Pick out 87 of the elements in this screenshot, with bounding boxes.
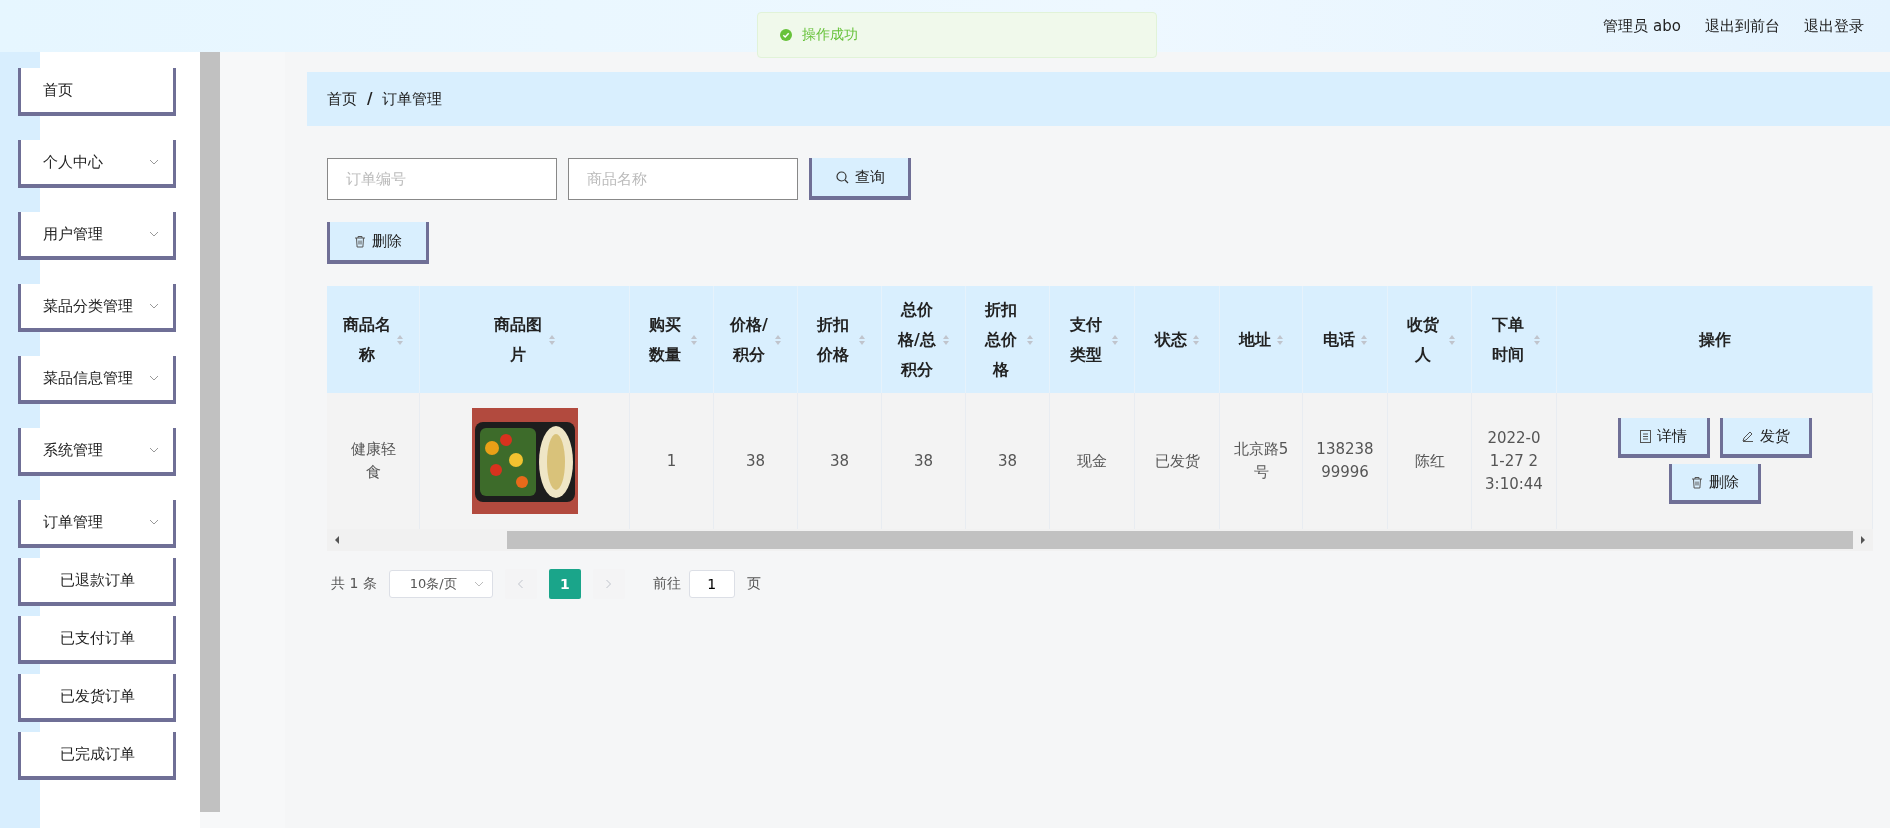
document-icon bbox=[1640, 429, 1651, 443]
chevron-down-icon bbox=[473, 581, 484, 587]
sidebar-item[interactable]: 订单管理 bbox=[18, 500, 176, 548]
chevron-down-icon bbox=[149, 519, 159, 525]
chevron-right-icon bbox=[605, 579, 613, 589]
table-cell-text: 38 bbox=[997, 450, 1018, 472]
sort-icon[interactable] bbox=[1111, 333, 1119, 346]
table-cell-text: 已发货 bbox=[1154, 450, 1200, 472]
search-button[interactable]: 查询 bbox=[809, 158, 911, 200]
column-header: 折扣总价格 bbox=[983, 298, 1018, 381]
sort-icon[interactable] bbox=[942, 333, 950, 346]
chevron-down-icon bbox=[149, 159, 159, 165]
search-field[interactable]: 商品名称 bbox=[568, 158, 798, 200]
table-cell-text: 1 bbox=[666, 450, 677, 472]
breadcrumb-item[interactable]: 订单管理 bbox=[382, 89, 443, 109]
row-action-button[interactable]: 删除 bbox=[1668, 464, 1761, 504]
row-action-button[interactable]: 发货 bbox=[1719, 418, 1812, 458]
sidebar-item[interactable]: 首页 bbox=[18, 68, 176, 116]
table-cell-text: 38 bbox=[829, 450, 850, 472]
vertical-scrollbar[interactable] bbox=[200, 52, 220, 812]
chevron-down-icon bbox=[149, 231, 159, 237]
sidebar-subitem[interactable]: 已退款订单 bbox=[18, 558, 176, 606]
sidebar-item[interactable]: 菜品分类管理 bbox=[18, 284, 176, 332]
sort-icon[interactable] bbox=[1275, 333, 1284, 346]
table-cell-text: 健康轻食 bbox=[349, 439, 397, 483]
table-cell-text: 陈红 bbox=[1414, 450, 1445, 472]
sidebar-item[interactable]: 菜品信息管理 bbox=[18, 356, 176, 404]
page-suffix: 页 bbox=[746, 575, 761, 593]
table-cell-text: 38 bbox=[745, 450, 766, 472]
column-header: 价格/积分 bbox=[729, 313, 769, 366]
user-label: 管理员 abo bbox=[1603, 16, 1681, 36]
trash-icon bbox=[354, 234, 366, 248]
breadcrumb-separator: / bbox=[367, 90, 373, 108]
table-cell-text: 现金 bbox=[1077, 450, 1107, 472]
column-header: 商品名称 bbox=[342, 313, 391, 366]
sort-icon[interactable] bbox=[774, 333, 782, 346]
column-header: 下单时间 bbox=[1490, 313, 1525, 366]
sidebar-subitem[interactable]: 已发货订单 bbox=[18, 674, 176, 722]
column-header: 状态 bbox=[1154, 328, 1187, 351]
table-cell-text: 38 bbox=[913, 450, 934, 472]
page-size-select[interactable]: 10条/页 bbox=[388, 570, 493, 598]
column-header: 电话 bbox=[1322, 328, 1355, 351]
sort-icon[interactable] bbox=[396, 333, 404, 346]
search-icon bbox=[835, 170, 849, 184]
sort-icon[interactable] bbox=[1026, 333, 1034, 346]
sort-icon[interactable] bbox=[1533, 333, 1541, 346]
scroll-right-icon[interactable] bbox=[1859, 535, 1867, 545]
row-action-button[interactable]: 详情 bbox=[1617, 418, 1710, 458]
toast-message: 操作成功 bbox=[802, 26, 858, 44]
sort-icon[interactable] bbox=[690, 333, 698, 346]
header-link[interactable]: 退出登录 bbox=[1804, 16, 1864, 36]
search-field[interactable]: 订单编号 bbox=[327, 158, 557, 200]
breadcrumb-item[interactable]: 首页 bbox=[327, 89, 357, 109]
header-link[interactable]: 退出到前台 bbox=[1705, 16, 1780, 36]
chevron-down-icon bbox=[149, 303, 159, 309]
table-cell-text: 13823899996 bbox=[1316, 439, 1374, 483]
column-header: 操作 bbox=[1698, 328, 1731, 351]
chevron-down-icon bbox=[149, 375, 159, 381]
trash-icon bbox=[1690, 475, 1703, 489]
table-cell-text: 北京路5号 bbox=[1232, 439, 1290, 483]
chevron-left-icon bbox=[517, 579, 525, 589]
table-cell-text: 2022-01-27 23:10:44 bbox=[1485, 427, 1543, 495]
sort-icon[interactable] bbox=[1191, 333, 1200, 346]
page-number-field[interactable]: 1 bbox=[688, 570, 735, 598]
column-header: 购买数量 bbox=[648, 313, 682, 366]
sidebar-subitem[interactable]: 已完成订单 bbox=[18, 732, 176, 780]
pencil-icon bbox=[1741, 430, 1754, 442]
sidebar-item[interactable]: 系统管理 bbox=[18, 428, 176, 476]
sort-icon[interactable] bbox=[548, 333, 556, 346]
goto-label: 前往 bbox=[652, 575, 681, 593]
sidebar-item[interactable]: 个人中心 bbox=[18, 140, 176, 188]
column-header: 收货人 bbox=[1406, 313, 1440, 366]
sidebar-subitem[interactable]: 已支付订单 bbox=[18, 616, 176, 664]
check-circle-icon bbox=[780, 29, 792, 41]
column-header: 商品图片 bbox=[493, 313, 543, 366]
sort-icon[interactable] bbox=[1448, 333, 1456, 346]
chevron-down-icon bbox=[149, 447, 159, 453]
column-header: 地址 bbox=[1238, 328, 1271, 351]
scroll-left-icon[interactable] bbox=[333, 535, 341, 545]
sort-icon[interactable] bbox=[1359, 333, 1368, 346]
total-count: 共 1 条 bbox=[331, 575, 377, 593]
column-header: 支付类型 bbox=[1068, 313, 1103, 366]
sort-icon[interactable] bbox=[858, 333, 866, 346]
sidebar-item[interactable]: 用户管理 bbox=[18, 212, 176, 260]
column-header: 折扣价格 bbox=[815, 313, 850, 366]
column-header: 总价格/总积分 bbox=[897, 298, 937, 381]
delete-button[interactable]: 删除 bbox=[327, 222, 429, 264]
